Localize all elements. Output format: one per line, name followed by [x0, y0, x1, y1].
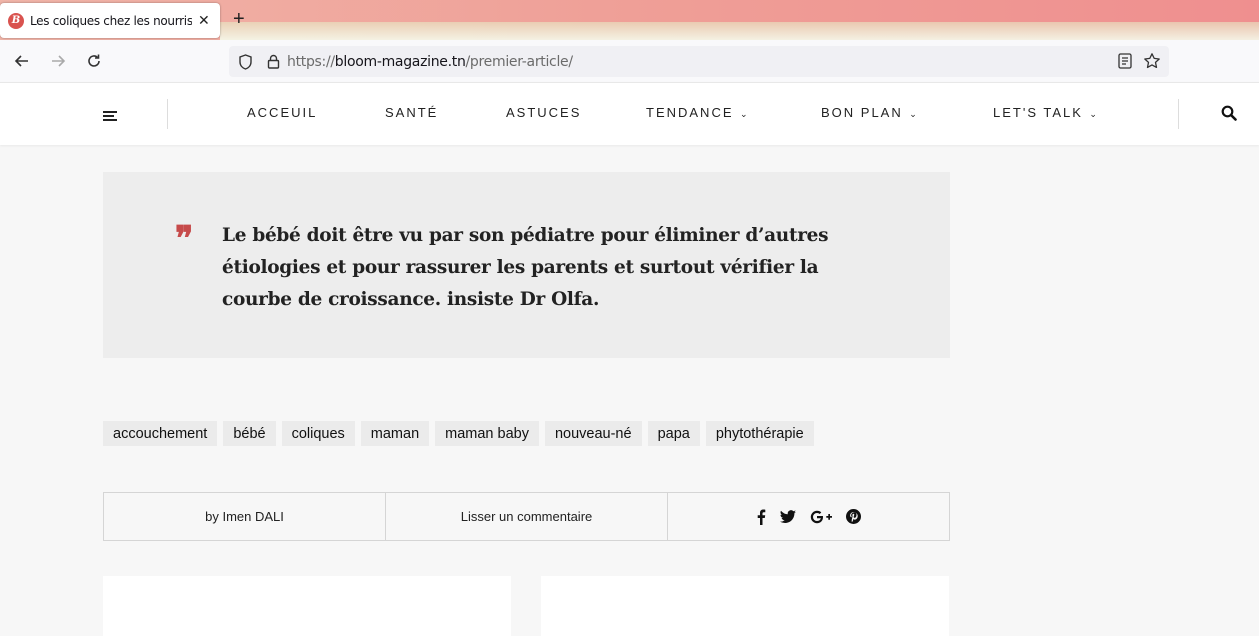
site-header: ACCEUIL SANTÉ ASTUCES TENDANCE ⌄ BON PLA… — [0, 82, 1259, 145]
tag-link[interactable]: bébé — [223, 421, 276, 446]
author-link[interactable]: by Imen DALI — [104, 493, 385, 540]
search-icon[interactable] — [1221, 105, 1237, 121]
chevron-down-icon: ⌄ — [737, 109, 748, 119]
tag-link[interactable]: coliques — [281, 421, 355, 446]
address-bar[interactable]: https://bloom-magazine.tn/premier-articl… — [229, 46, 1169, 77]
post-meta: by Imen DALI Lisser un commentaire — [103, 492, 950, 541]
new-tab-button[interactable]: + — [233, 8, 245, 31]
nav-item-tendance-label: TENDANCE — [646, 105, 734, 120]
browser-nav-bar: https://bloom-magazine.tn/premier-articl… — [0, 40, 1259, 82]
reload-icon — [88, 54, 100, 67]
nav-item-bon-plan[interactable]: BON PLAN ⌄ — [821, 105, 917, 120]
tag-link[interactable]: maman baby — [435, 421, 539, 446]
forward-button[interactable] — [47, 50, 69, 72]
browser-tab-bar: B Les coliques chez les nourrisso ✕ + — [0, 0, 1259, 40]
tag-link[interactable]: papa — [647, 421, 700, 446]
pinterest-icon[interactable] — [846, 509, 861, 524]
nav-item-lets-talk[interactable]: LET'S TALK ⌄ — [993, 105, 1097, 120]
tag-link[interactable]: phytothérapie — [705, 421, 814, 446]
back-button[interactable] — [11, 50, 33, 72]
nav-item-tendance[interactable]: TENDANCE ⌄ — [646, 105, 748, 120]
nav-item-acceuil[interactable]: ACCEUIL — [247, 105, 317, 120]
related-post-card[interactable] — [541, 576, 949, 636]
chevron-down-icon: ⌄ — [1086, 109, 1097, 119]
hamburger-menu-icon[interactable] — [103, 111, 117, 123]
quote-icon: ❞ — [175, 219, 194, 259]
divider — [167, 99, 168, 129]
comment-link[interactable]: Lisser un commentaire — [385, 493, 667, 540]
nav-item-sante[interactable]: SANTÉ — [385, 105, 438, 120]
reader-view-icon[interactable] — [1117, 52, 1133, 70]
related-post-card[interactable] — [103, 576, 511, 636]
tab-bar-background — [220, 22, 1259, 40]
share-buttons — [667, 493, 949, 540]
arrow-right-icon — [52, 55, 66, 67]
arrow-left-icon — [14, 55, 28, 67]
twitter-icon[interactable] — [780, 509, 796, 524]
blockquote: ❞ Le bébé doit être vu par son pédiatre … — [103, 172, 950, 358]
browser-tab[interactable]: B Les coliques chez les nourrisso ✕ — [0, 3, 220, 38]
shield-icon[interactable] — [235, 53, 255, 70]
tag-link[interactable]: maman — [360, 421, 430, 446]
url-prefix: https:// — [287, 53, 335, 70]
close-tab-icon[interactable]: ✕ — [198, 12, 210, 29]
chevron-down-icon: ⌄ — [906, 109, 917, 119]
tag-link[interactable]: accouchement — [103, 421, 218, 446]
url-text: https://bloom-magazine.tn/premier-articl… — [287, 54, 573, 70]
divider — [1178, 99, 1179, 129]
quote-text: Le bébé doit être vu par son pédiatre po… — [222, 225, 829, 310]
url-host: bloom-magazine.tn — [334, 53, 466, 70]
nav-item-astuces[interactable]: ASTUCES — [506, 105, 581, 120]
nav-item-lets-talk-label: LET'S TALK — [993, 105, 1083, 120]
facebook-icon[interactable] — [756, 509, 766, 525]
url-path: /premier-article/ — [465, 53, 574, 70]
bookmark-star-icon[interactable] — [1143, 52, 1161, 70]
tag-list: accouchement bébé coliques maman maman b… — [103, 421, 814, 446]
tab-title: Les coliques chez les nourrisso — [30, 13, 192, 28]
lock-icon[interactable] — [263, 54, 283, 69]
google-plus-icon[interactable] — [810, 510, 832, 524]
nav-item-bon-plan-label: BON PLAN — [821, 105, 903, 120]
site-favicon-icon: B — [8, 12, 24, 29]
reload-button[interactable] — [83, 50, 105, 72]
tag-link[interactable]: nouveau-né — [544, 421, 642, 446]
